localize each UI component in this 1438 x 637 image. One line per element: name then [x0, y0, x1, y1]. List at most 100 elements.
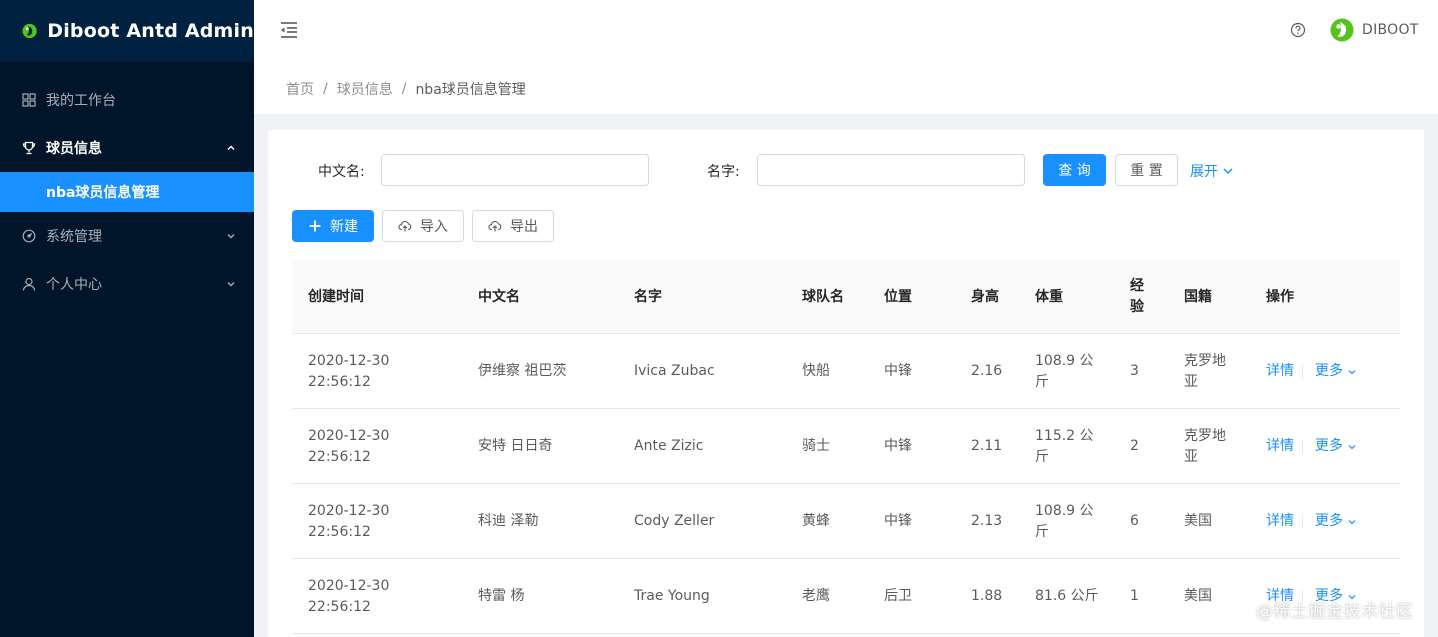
- cloud-upload-icon: [488, 220, 502, 232]
- cell-experience: 2: [1130, 438, 1139, 454]
- settings-icon: [22, 229, 36, 243]
- diboot-logo-icon: [22, 23, 37, 39]
- user-menu[interactable]: DIBOOT: [1330, 18, 1419, 42]
- cell-chinese-name: 安特 日日奇: [478, 438, 553, 454]
- chinese-name-input[interactable]: [381, 154, 649, 186]
- breadcrumb-separator: /: [323, 81, 328, 97]
- cell-chinese-name: 科迪 泽勒: [478, 513, 539, 529]
- sidebar-menu: 我的工作台 球员信息 nba球员信息管理 系统管理 个人中心: [0, 62, 254, 308]
- menu-fold-icon[interactable]: [278, 19, 300, 41]
- watermark: @稀土掘金技术社区: [1256, 602, 1414, 622]
- app-title: Diboot Antd Admin: [47, 20, 254, 42]
- more-label: 更多: [1315, 513, 1343, 529]
- cell-height: 1.88: [971, 588, 1003, 604]
- cell-team: 快船: [802, 363, 830, 379]
- detail-link[interactable]: 详情: [1266, 436, 1294, 457]
- breadcrumb-current: nba球员信息管理: [415, 82, 526, 98]
- import-button[interactable]: 导入: [382, 210, 464, 242]
- detail-link[interactable]: 详情: [1266, 361, 1294, 382]
- cell-weight: 108.9 公斤: [1035, 502, 1094, 540]
- column-header-team[interactable]: 球队名: [802, 260, 862, 334]
- cell-team: 骑士: [802, 438, 830, 454]
- cell-team: 老鹰: [802, 588, 830, 604]
- column-header-position[interactable]: 位置: [884, 260, 944, 334]
- cell-nationality: 克罗地亚: [1184, 352, 1226, 390]
- cell-nationality: 美国: [1184, 588, 1212, 604]
- cell-name: Ivica Zubac: [634, 363, 715, 379]
- chevron-up-icon: [227, 145, 235, 150]
- cell-chinese-name: 特雷 杨: [478, 588, 525, 604]
- breadcrumb-separator: /: [401, 81, 407, 97]
- export-button[interactable]: 导出: [472, 210, 554, 242]
- plus-icon: [309, 220, 321, 232]
- players-table: 创建时间 中文名 名字 球队名 位置 身高 体重 经验 国籍 操作 2020-1…: [292, 260, 1400, 634]
- sidebar-item-workbench[interactable]: 我的工作台: [0, 76, 254, 124]
- user-name: DIBOOT: [1362, 22, 1419, 38]
- cell-weight: 115.2 公斤: [1035, 427, 1094, 465]
- sidebar-subitem-label: nba球员信息管理: [46, 185, 160, 201]
- more-dropdown[interactable]: 更多: [1315, 436, 1357, 457]
- column-header-height[interactable]: 身高: [971, 260, 1021, 334]
- cell-experience: 3: [1130, 363, 1139, 379]
- chevron-down-icon: [1348, 369, 1356, 374]
- new-button[interactable]: 新建: [292, 210, 374, 242]
- chevron-down-icon: [227, 234, 235, 239]
- sidebar-item-personal-center[interactable]: 个人中心: [0, 260, 254, 308]
- breadcrumb: 首页 / 球员信息 / nba球员信息管理: [286, 79, 526, 99]
- cell-created-time: 2020-12-30 22:56:12: [308, 502, 390, 540]
- avatar: [1330, 18, 1354, 42]
- cell-name: Ante Zizic: [634, 438, 704, 454]
- divider: [1302, 364, 1303, 379]
- name-input[interactable]: [757, 154, 1025, 186]
- more-dropdown[interactable]: 更多: [1315, 361, 1357, 382]
- chevron-down-icon: [1348, 519, 1356, 524]
- column-header-weight[interactable]: 体重: [1035, 260, 1105, 334]
- cell-position: 中锋: [884, 363, 912, 379]
- cell-name: Trae Young: [634, 588, 710, 604]
- cell-name: Cody Zeller: [634, 513, 715, 529]
- sidebar-item-player-info[interactable]: 球员信息: [0, 124, 254, 172]
- sidebar-item-nba-player-management[interactable]: nba球员信息管理: [0, 172, 254, 212]
- query-button[interactable]: 查 询: [1043, 154, 1106, 186]
- sidebar-item-label: 我的工作台: [46, 93, 116, 109]
- app-logo[interactable]: Diboot Antd Admin: [0, 0, 254, 62]
- expand-toggle[interactable]: 展开: [1190, 161, 1234, 181]
- top-header: DIBOOT: [254, 0, 1438, 62]
- cell-height: 2.11: [971, 438, 1003, 454]
- reset-button[interactable]: 重 置: [1115, 154, 1178, 186]
- cell-position: 后卫: [884, 588, 912, 604]
- cell-created-time: 2020-12-30 22:56:12: [308, 577, 390, 615]
- column-header-nationality[interactable]: 国籍: [1184, 260, 1232, 334]
- sidebar-item-system-management[interactable]: 系统管理: [0, 212, 254, 260]
- cell-created-time: 2020-12-30 22:56:12: [308, 352, 390, 390]
- more-label: 更多: [1315, 363, 1343, 379]
- column-header-chinese-name[interactable]: 中文名: [478, 260, 598, 334]
- sidebar-item-label: 系统管理: [46, 229, 102, 245]
- breadcrumb-home[interactable]: 首页: [286, 79, 314, 99]
- more-dropdown[interactable]: 更多: [1315, 511, 1357, 532]
- column-header-name[interactable]: 名字: [634, 260, 774, 334]
- sidebar-item-label: 个人中心: [46, 277, 102, 293]
- query-button-label: 查 询: [1058, 163, 1091, 179]
- user-icon: [22, 277, 36, 291]
- import-button-label: 导入: [420, 219, 448, 235]
- cell-actions: 详情 更多: [1266, 334, 1396, 409]
- question-circle-icon[interactable]: [1290, 22, 1306, 38]
- column-header-created-time[interactable]: 创建时间: [308, 260, 418, 334]
- cell-height: 2.16: [971, 363, 1003, 379]
- sidebar-item-label: 球员信息: [46, 141, 102, 157]
- cell-weight: 108.9 公斤: [1035, 352, 1094, 390]
- column-header-experience[interactable]: 经验: [1130, 260, 1148, 334]
- detail-link[interactable]: 详情: [1266, 511, 1294, 532]
- sidebar: Diboot Antd Admin 我的工作台 球员信息 nba球员信息管理 系…: [0, 0, 254, 637]
- chevron-down-icon: [1348, 444, 1356, 449]
- chinese-name-label: 中文名:: [318, 164, 365, 180]
- cell-team: 黄蜂: [802, 513, 830, 529]
- dashboard-icon: [22, 93, 36, 107]
- column-header-actions: 操作: [1266, 288, 1294, 305]
- expand-label: 展开: [1190, 164, 1218, 180]
- divider: [1302, 439, 1303, 454]
- cell-position: 中锋: [884, 513, 912, 529]
- breadcrumb-player-info[interactable]: 球员信息: [337, 79, 393, 99]
- cell-nationality: 克罗地亚: [1184, 427, 1226, 465]
